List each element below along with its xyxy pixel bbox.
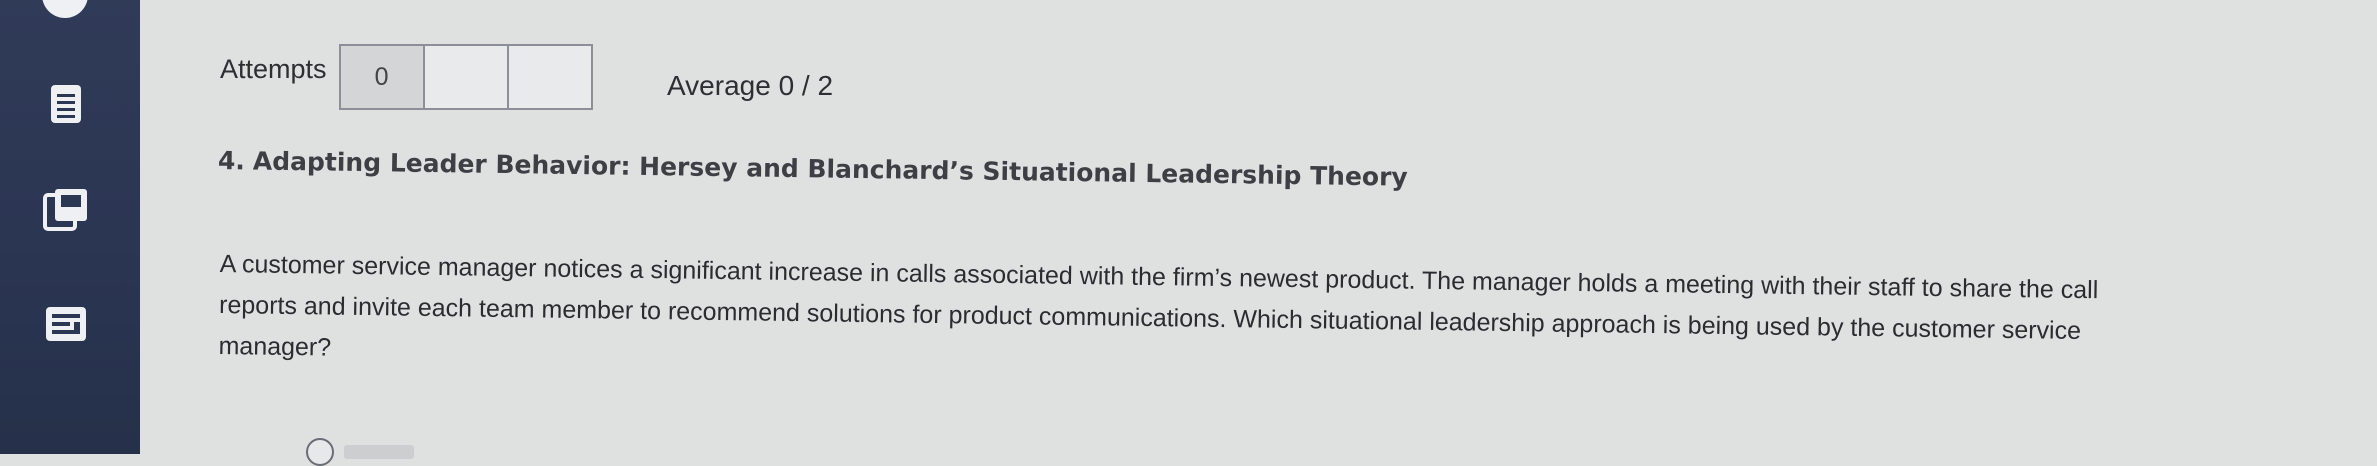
circle-icon[interactable] xyxy=(42,0,88,18)
option-label-cutoff xyxy=(344,445,414,459)
sidebar-card-button[interactable] xyxy=(40,300,92,348)
attempts-tracker: Attempts 0 xyxy=(220,44,593,110)
attempt-box-3 xyxy=(509,46,591,108)
attempt-box-1: 0 xyxy=(340,46,425,108)
sidebar-book-button[interactable] xyxy=(40,185,92,233)
question-title: Adapting Leader Behavior: Hersey and Bla… xyxy=(252,146,1408,192)
question-prompt: A customer service manager notices a sig… xyxy=(218,249,2099,362)
answer-option[interactable] xyxy=(306,438,414,466)
attempt-box-2 xyxy=(425,46,509,108)
attempts-boxes: 0 xyxy=(338,44,593,110)
main-content: Attempts 0 Average 0 / 2 4. Adapting Lead… xyxy=(140,0,2377,466)
card-icon xyxy=(46,307,86,341)
average-label: Average xyxy=(667,70,771,101)
radio-button[interactable] xyxy=(306,438,334,466)
sidebar-list-button[interactable] xyxy=(40,80,92,128)
average-score: Average 0 / 2 xyxy=(667,70,833,102)
average-value: 0 / 2 xyxy=(778,70,834,101)
list-icon xyxy=(51,85,81,123)
sidebar xyxy=(0,0,140,454)
book-icon xyxy=(43,189,87,231)
question-number: 4. xyxy=(217,146,246,176)
attempts-label: Attempts xyxy=(220,54,327,84)
question-heading: 4. Adapting Leader Behavior: Hersey and B… xyxy=(218,146,1408,192)
